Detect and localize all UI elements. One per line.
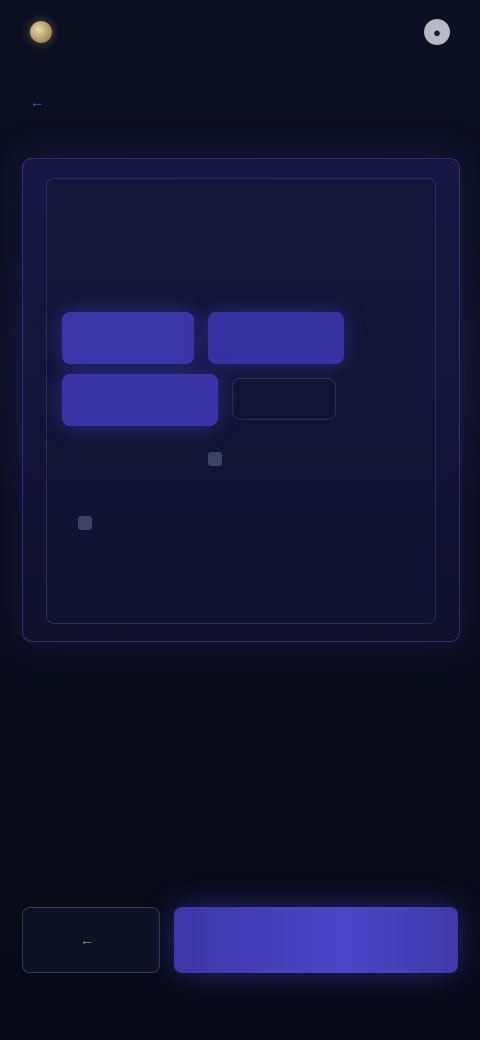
detail-item: [78, 516, 100, 530]
arrow-left-icon: ←: [80, 932, 94, 948]
brand[interactable]: [30, 21, 62, 43]
square-icon: [208, 452, 222, 466]
arrow-left-icon: ←: [30, 94, 44, 110]
continue-button[interactable]: [174, 907, 458, 973]
bottom-action-bar: ←: [0, 880, 480, 1000]
option-chip[interactable]: [62, 374, 218, 426]
logo-icon: [30, 21, 52, 43]
option-chip[interactable]: [232, 378, 336, 420]
header-right: ●: [414, 19, 450, 45]
page: ● ← ←: [0, 0, 480, 1040]
person-icon[interactable]: ●: [424, 19, 450, 45]
option-chip[interactable]: [62, 312, 194, 364]
back-link[interactable]: ←: [30, 94, 50, 110]
option-chip[interactable]: [208, 312, 344, 364]
back-button[interactable]: ←: [22, 907, 160, 973]
square-icon: [78, 516, 92, 530]
detail-item: [208, 452, 230, 466]
app-header: ●: [0, 0, 480, 64]
